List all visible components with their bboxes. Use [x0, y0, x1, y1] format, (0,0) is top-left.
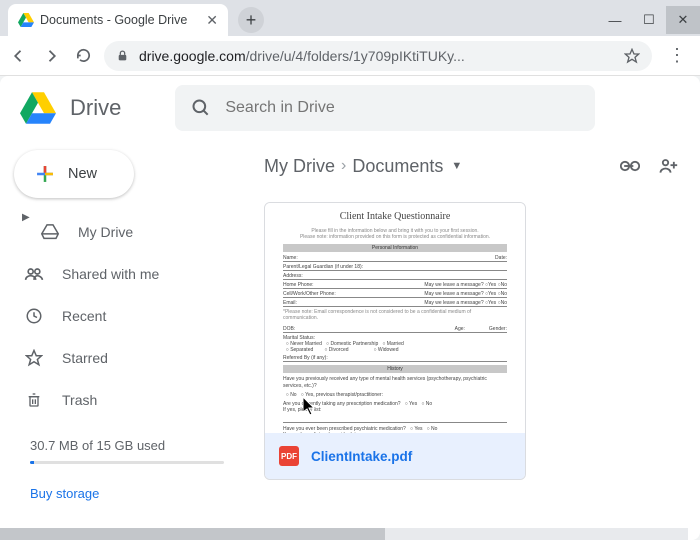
drive-favicon [18, 12, 34, 28]
buy-storage-link[interactable]: Buy storage [10, 472, 244, 515]
drive-logo-icon [20, 92, 56, 124]
chevron-right-icon[interactable]: ▶ [22, 212, 30, 223]
window-close-button[interactable]: ✕ [666, 6, 700, 34]
chevron-down-icon[interactable]: ▼ [451, 160, 462, 172]
search-input[interactable] [225, 99, 579, 117]
search-icon [191, 98, 211, 118]
browser-menu-button[interactable]: ⋮ [662, 45, 692, 66]
browser-toolbar: drive.google.com/drive/u/4/folders/1y709… [0, 36, 700, 76]
horizontal-scrollbar[interactable] [0, 528, 688, 540]
url-text: drive.google.com/drive/u/4/folders/1y709… [139, 48, 614, 64]
starred-icon [24, 349, 44, 367]
file-card[interactable]: Client Intake Questionnaire Please fill … [264, 202, 526, 480]
sidebar-item-trash[interactable]: Trash [10, 380, 244, 420]
new-button-label: New [68, 166, 97, 182]
file-grid: Client Intake Questionnaire Please fill … [250, 192, 700, 490]
sidebar-item-recent[interactable]: Recent [10, 296, 244, 336]
breadcrumb: My Drive › Documents ▼ [264, 156, 462, 177]
window-controls: — ☐ ✕ [598, 6, 700, 36]
tab-title: Documents - Google Drive [40, 13, 200, 27]
sidebar-item-starred[interactable]: Starred [10, 338, 244, 378]
browser-tab[interactable]: Documents - Google Drive ✕ [8, 4, 228, 36]
sidebar-item-label: Trash [62, 392, 97, 408]
get-link-button[interactable] [616, 160, 644, 172]
window-maximize-button[interactable]: ☐ [632, 6, 666, 34]
shared-icon [24, 267, 44, 281]
breadcrumb-root[interactable]: My Drive [264, 156, 335, 177]
storage-text: 30.7 MB of 15 GB used [30, 438, 165, 453]
file-thumbnail: Client Intake Questionnaire Please fill … [265, 203, 525, 433]
recent-icon [24, 307, 44, 325]
reload-button[interactable] [72, 45, 94, 67]
window-minimize-button[interactable]: — [598, 6, 632, 34]
address-bar[interactable]: drive.google.com/drive/u/4/folders/1y709… [104, 41, 652, 71]
sidebar-item-label: Starred [62, 350, 108, 366]
storage-bar [30, 461, 224, 464]
sidebar-item-label: Shared with me [62, 266, 159, 282]
search-box[interactable] [175, 85, 595, 131]
breadcrumb-current[interactable]: Documents [352, 156, 443, 177]
new-button[interactable]: New [14, 150, 134, 198]
share-button[interactable] [654, 158, 682, 174]
sidebar-item-label: Recent [62, 308, 106, 324]
pdf-icon: PDF [279, 446, 299, 466]
trash-icon [24, 391, 44, 409]
chevron-right-icon: › [341, 157, 346, 175]
sidebar-item-my-drive[interactable]: My Drive [10, 212, 244, 252]
plus-icon [32, 161, 58, 187]
app-header: Drive [0, 76, 700, 140]
new-tab-button[interactable]: + [238, 7, 264, 33]
sidebar-item-shared[interactable]: Shared with me [10, 254, 244, 294]
my-drive-icon [40, 224, 60, 240]
lock-icon [116, 49, 129, 63]
app-name: Drive [70, 95, 121, 121]
back-button[interactable] [8, 45, 30, 67]
tab-close-icon[interactable]: ✕ [206, 12, 218, 29]
main-toolbar: My Drive › Documents ▼ [250, 140, 700, 192]
main-pane: My Drive › Documents ▼ Client Intake Que… [250, 140, 700, 540]
sidebar: New ▶ My Drive Shared with me Recent Sta… [0, 140, 250, 540]
drive-app: Drive New ▶ My Drive Shared with me [0, 76, 700, 540]
file-name: ClientIntake.pdf [311, 449, 412, 464]
star-icon[interactable] [624, 48, 640, 64]
file-footer: PDF ClientIntake.pdf [265, 433, 525, 479]
sidebar-item-label: My Drive [78, 224, 133, 240]
storage-status: 30.7 MB of 15 GB used [10, 422, 244, 470]
forward-button[interactable] [40, 45, 62, 67]
browser-tab-strip: Documents - Google Drive ✕ + — ☐ ✕ [0, 0, 700, 36]
mouse-cursor-icon [303, 397, 317, 417]
